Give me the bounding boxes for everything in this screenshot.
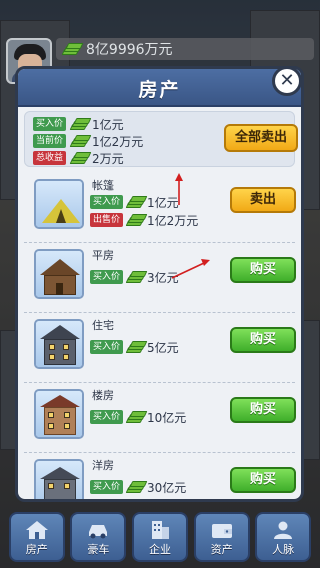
cash-icon [69,118,92,130]
buy-price-value: 30亿元 [147,480,187,495]
apartment-icon [34,389,84,439]
bungalow-icon [34,249,84,299]
summary-current-value: 1亿2万元 [92,134,144,149]
property-dialog: 房产 买入价 1亿元 当前价 1亿2万元 总收益 2万元 全部卖出 帐篷 买入价 [15,66,304,502]
tent-icon [34,179,84,229]
total-profit-tag: 总收益 [33,151,67,165]
money-value: 8亿9996万元 [86,42,173,58]
up-arrow-annotation [175,173,183,205]
wallet-icon [211,524,232,538]
buy-button[interactable]: 购买 [230,467,296,493]
sell-price-tag: 出售价 [90,213,124,227]
close-button[interactable]: ✕ [272,66,302,96]
cash-icon [125,411,148,423]
buy-price-tag: 买入价 [33,117,67,131]
property-name: 住宅 [92,319,114,332]
property-name: 洋房 [92,459,114,472]
sell-all-button[interactable]: 全部卖出 [224,124,298,152]
sell-price-value: 1亿2万元 [147,213,199,228]
cash-icon [69,135,92,147]
nav-label: 房产 [25,543,48,556]
nav-car[interactable]: 豪车 [70,512,127,562]
nav-connections[interactable]: 人脉 [255,512,312,562]
buy-button[interactable]: 购买 [230,397,296,423]
villa-icon [34,459,84,499]
bottom-nav: 房产 豪车 企业 资产 人脉 [0,510,320,568]
list-item: 洋房 买入价 30亿元 购买 [24,453,296,499]
right-arrow-annotation [171,259,210,279]
nav-property[interactable]: 房产 [8,512,65,562]
property-name: 帐篷 [92,179,114,192]
nav-enterprise[interactable]: 企业 [131,512,188,562]
property-name: 楼房 [92,389,114,402]
buy-price-tag: 买入价 [90,270,124,284]
total-money: 8亿9996万元 [56,38,314,60]
property-list: 帐篷 买入价 1亿元 出售价 1亿2万元 卖出 平房 买入价 3亿元 购买 住宅… [24,173,296,499]
summary-profit-value: 2万元 [92,151,124,166]
property-name: 平房 [92,249,114,262]
car-icon [89,525,108,539]
house-icon [25,521,48,539]
list-item: 住宅 买入价 5亿元 购买 [24,313,296,383]
buy-button[interactable]: 购买 [230,327,296,353]
sell-button[interactable]: 卖出 [230,187,296,213]
building-icon [151,521,169,539]
list-item: 楼房 买入价 10亿元 购买 [24,383,296,453]
cash-icon [61,43,84,55]
close-icon: ✕ [279,70,295,91]
cash-icon [69,152,92,164]
buy-price-value: 5亿元 [147,340,179,355]
buy-button[interactable]: 购买 [230,257,296,283]
cash-icon [125,214,148,226]
buy-price-value: 10亿元 [147,410,187,425]
buy-price-tag: 买入价 [90,480,124,494]
top-status-bar: 8亿9996万元 [0,34,320,84]
cash-icon [125,341,148,353]
current-price-tag: 当前价 [33,134,67,148]
list-item: 帐篷 买入价 1亿元 出售价 1亿2万元 卖出 [24,173,296,243]
residence-icon [34,319,84,369]
portfolio-summary: 买入价 1亿元 当前价 1亿2万元 总收益 2万元 全部卖出 [24,111,298,167]
buy-price-tag: 买入价 [90,340,124,354]
buy-price-tag: 买入价 [90,410,124,424]
cash-icon [125,196,148,208]
nav-assets[interactable]: 资产 [193,512,250,562]
summary-buy-value: 1亿元 [92,117,124,132]
cash-icon [125,481,148,493]
nav-label: 豪车 [87,543,110,556]
person-icon [274,521,293,539]
dialog-title: 房产 [138,79,181,101]
buy-price-tag: 买入价 [90,195,124,209]
nav-label: 人脉 [272,543,295,556]
nav-label: 资产 [210,543,233,556]
dialog-header: 房产 [18,69,301,107]
list-item: 平房 买入价 3亿元 购买 [24,243,296,313]
nav-label: 企业 [148,543,171,556]
cash-icon [125,271,148,283]
